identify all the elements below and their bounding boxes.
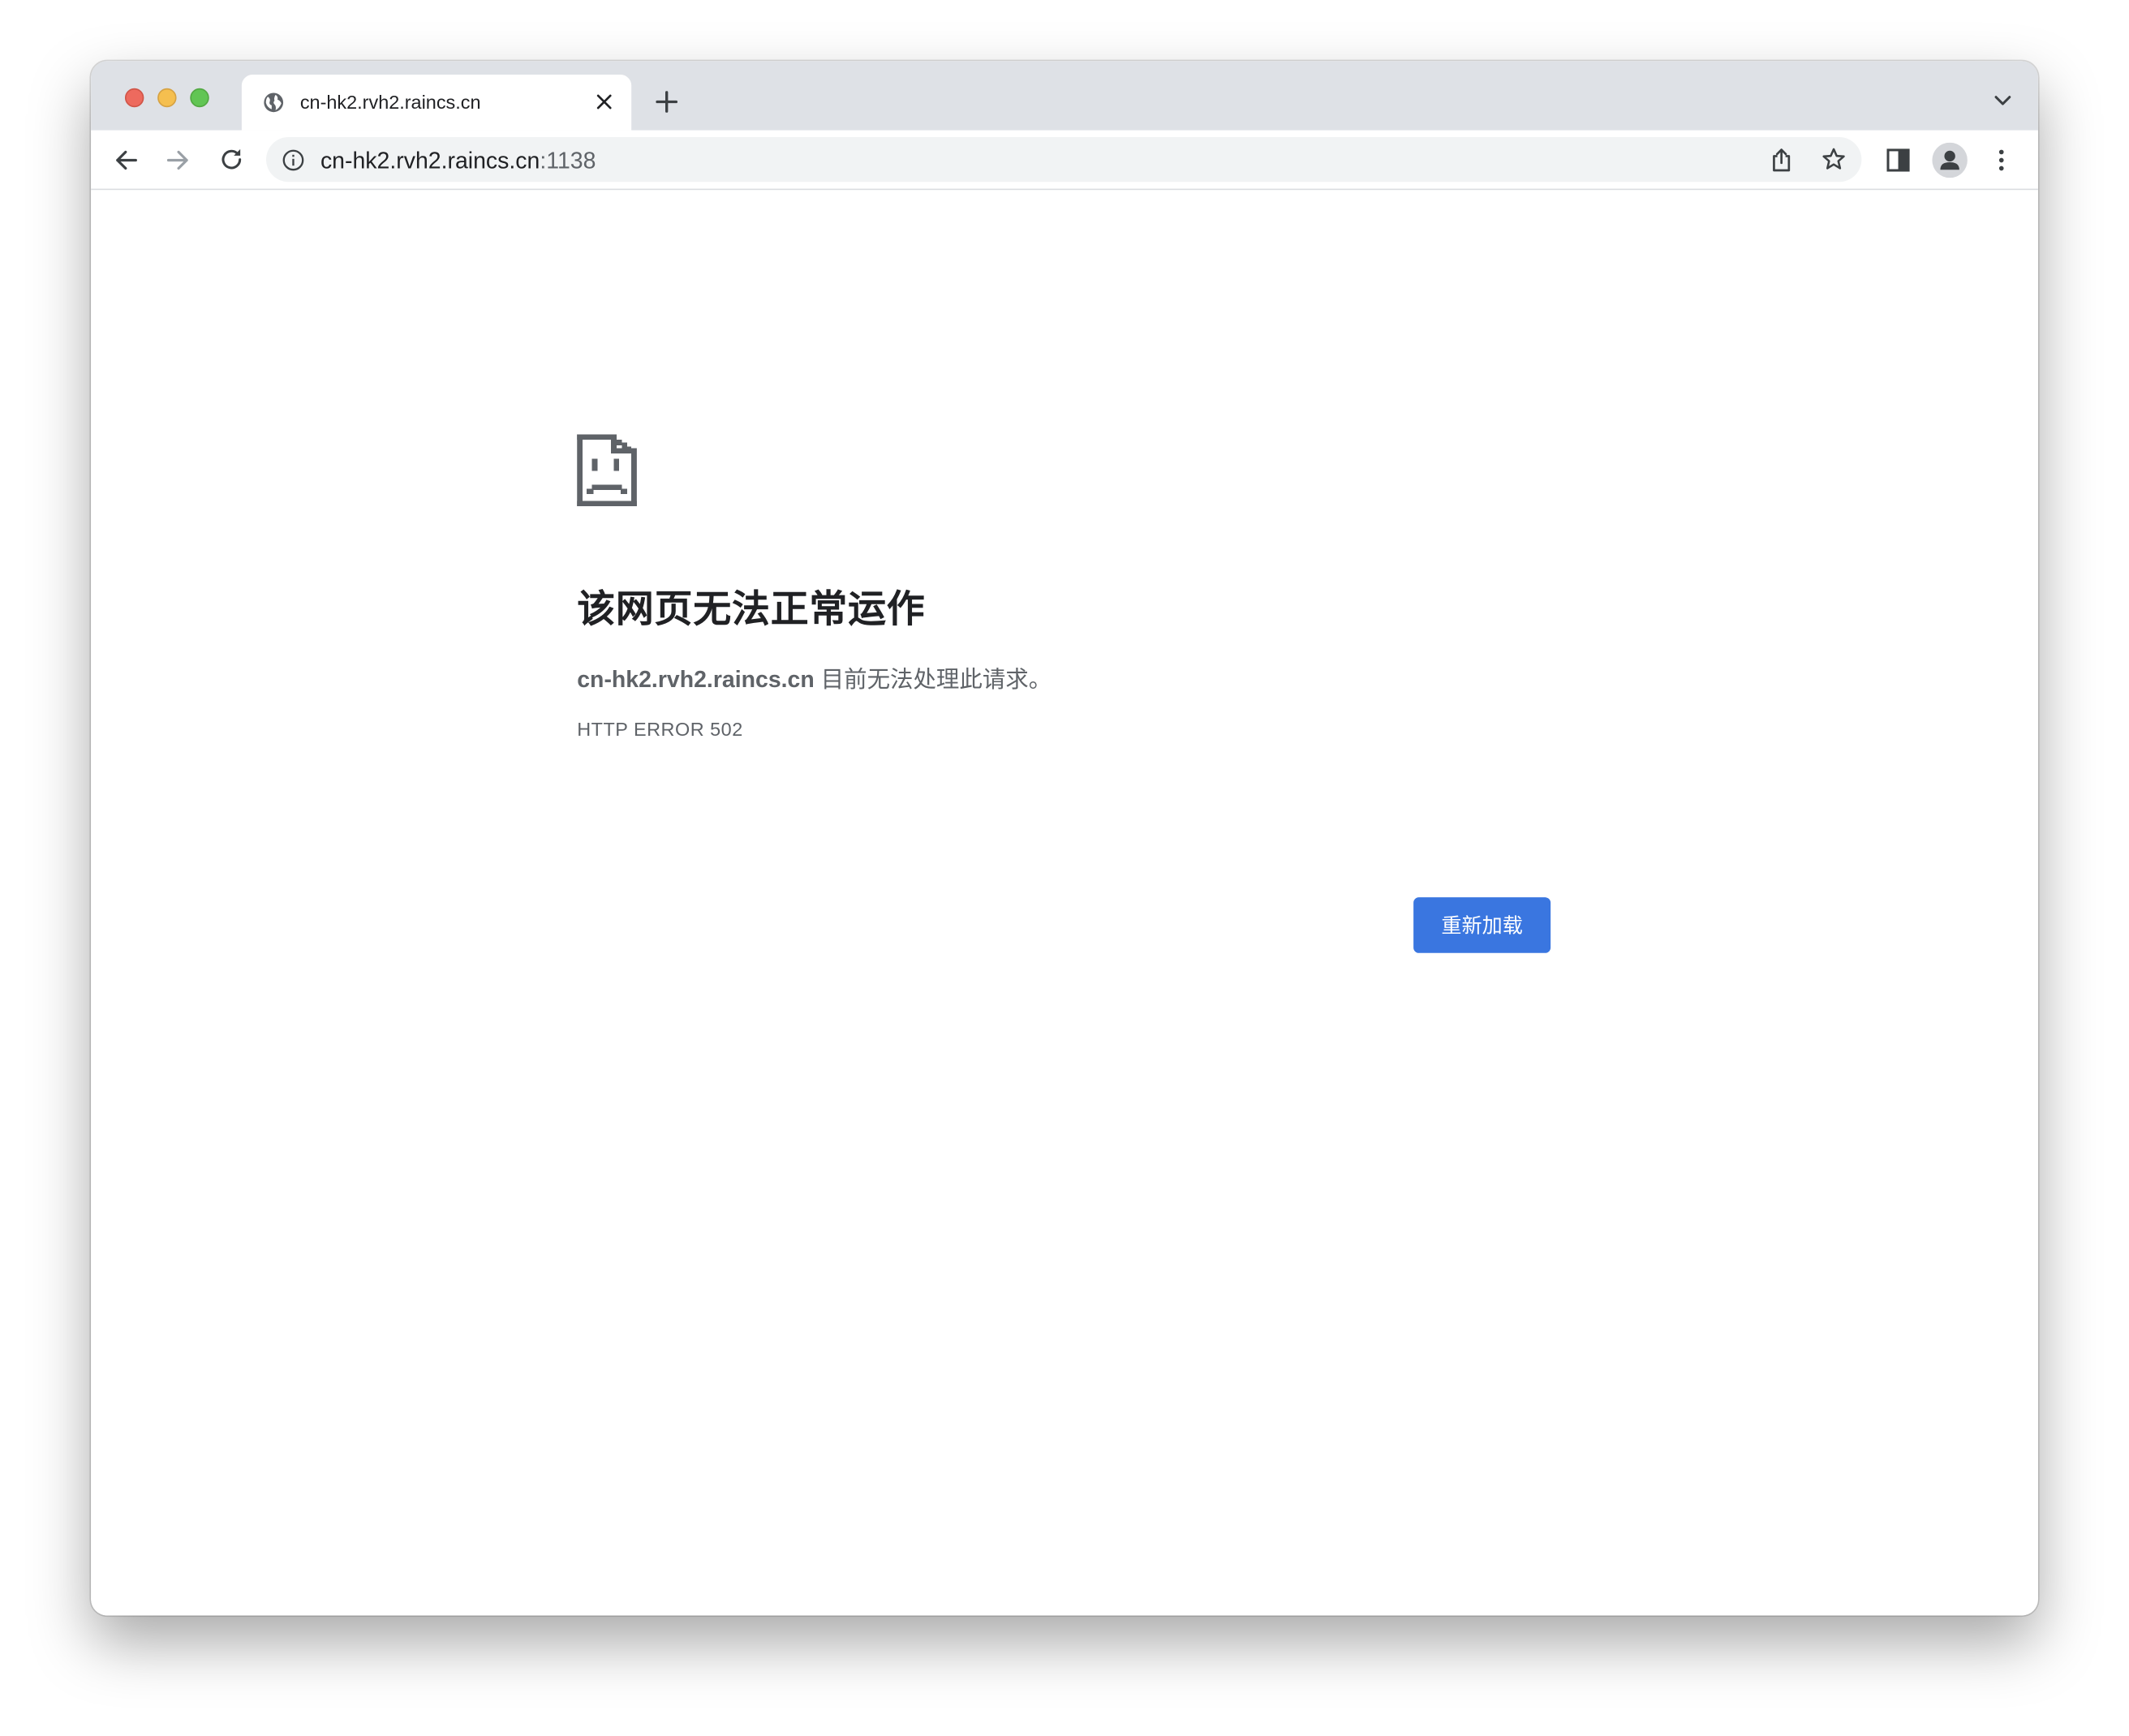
error-message: 目前无法处理此请求。 xyxy=(814,666,1052,693)
minimize-window-button[interactable] xyxy=(157,88,177,108)
browser-window: cn-hk2.rvh2.raincs.cn cn-hk2.rvh2.raincs… xyxy=(91,61,2038,1616)
zoom-window-button[interactable] xyxy=(190,88,209,108)
toolbar: cn-hk2.rvh2.raincs.cn:1138 xyxy=(91,130,2038,191)
side-panel-icon[interactable] xyxy=(1886,148,1910,172)
arrow-left-icon[interactable] xyxy=(114,148,139,172)
error-host: cn-hk2.rvh2.raincs.cn xyxy=(577,666,815,693)
error-description: cn-hk2.rvh2.raincs.cn 目前无法处理此请求。 xyxy=(577,660,1052,694)
url-host: cn-hk2.rvh2.raincs.cn xyxy=(320,148,540,174)
share-icon[interactable] xyxy=(1770,148,1792,172)
chevron-down-icon[interactable] xyxy=(1994,93,2012,107)
sad-page-icon xyxy=(577,434,637,507)
tab-title: cn-hk2.rvh2.raincs.cn xyxy=(299,91,481,113)
reload-icon[interactable] xyxy=(218,147,244,173)
globe-icon xyxy=(264,92,284,113)
tab-active[interactable]: cn-hk2.rvh2.raincs.cn xyxy=(241,75,632,131)
info-icon[interactable] xyxy=(282,149,304,171)
profile-icon[interactable] xyxy=(1932,142,1968,178)
star-icon[interactable] xyxy=(1821,147,1847,173)
kebab-menu-icon[interactable] xyxy=(1998,148,2006,172)
plus-icon[interactable] xyxy=(656,91,678,113)
arrow-right-icon[interactable] xyxy=(166,148,190,172)
title-bar: cn-hk2.rvh2.raincs.cn xyxy=(91,61,2038,131)
page-content: 该网页无法正常运作 cn-hk2.rvh2.raincs.cn 目前无法处理此请… xyxy=(91,190,2038,1616)
page-title: 该网页无法正常运作 xyxy=(577,587,926,630)
error-code: HTTP ERROR 502 xyxy=(577,718,743,741)
url-port: :1138 xyxy=(540,148,596,174)
url-text[interactable]: cn-hk2.rvh2.raincs.cn:1138 xyxy=(320,148,596,174)
close-icon[interactable] xyxy=(596,93,613,110)
address-bar[interactable]: cn-hk2.rvh2.raincs.cn:1138 xyxy=(266,137,1862,183)
close-window-button[interactable] xyxy=(124,88,144,108)
reload-button[interactable]: 重新加载 xyxy=(1413,897,1551,953)
